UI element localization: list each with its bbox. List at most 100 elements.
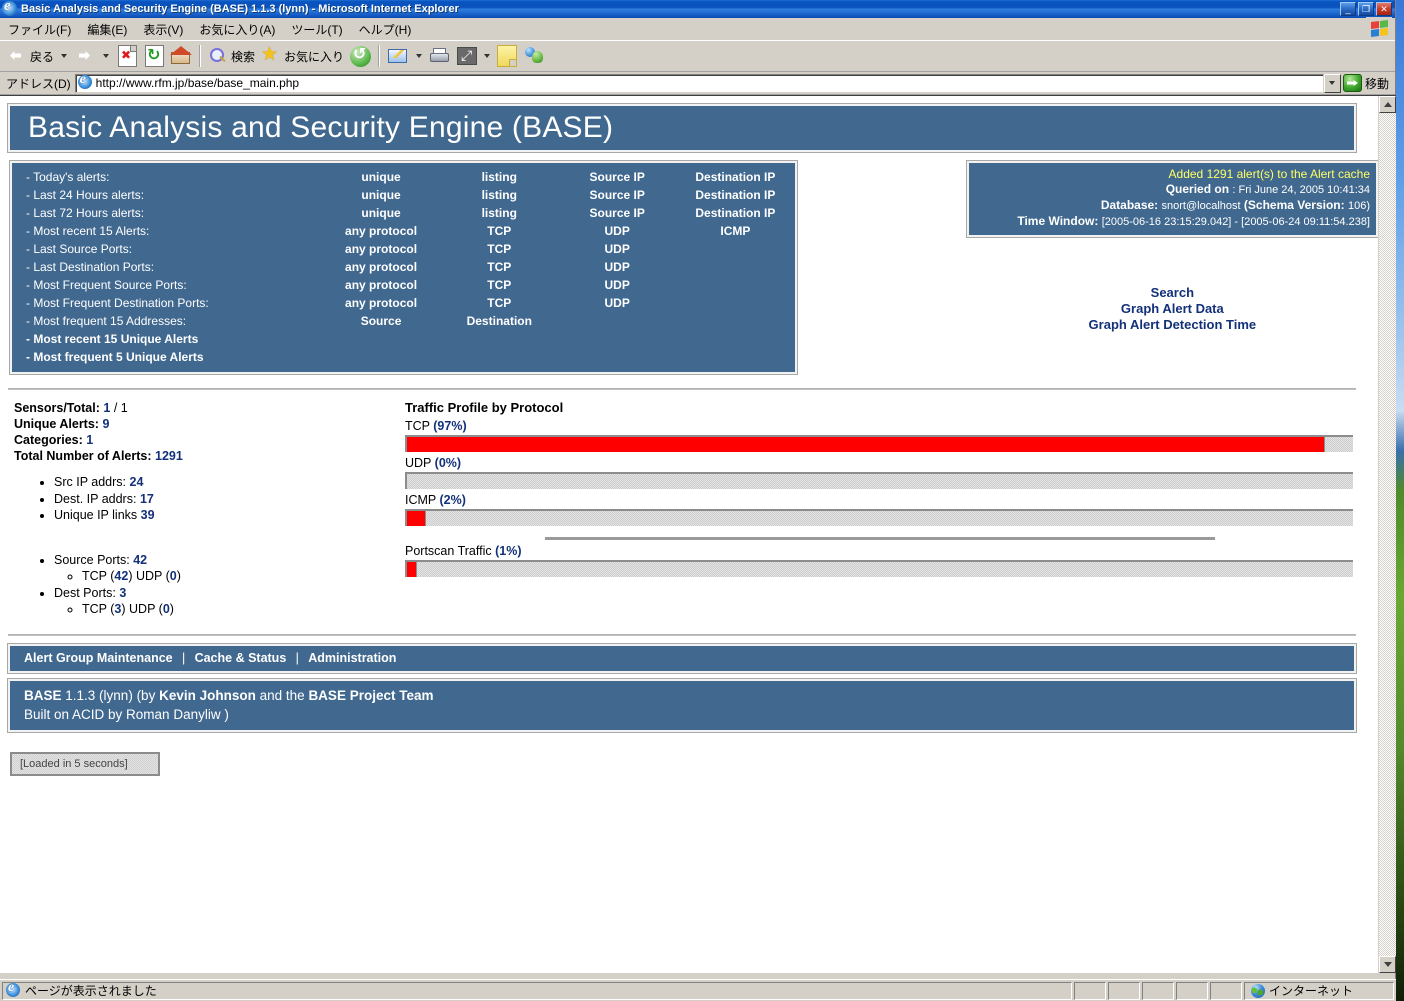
nav-link[interactable]: UDP	[558, 258, 676, 276]
edit-dropdown-icon[interactable]	[484, 54, 491, 58]
nav-link[interactable]: any protocol	[322, 258, 440, 276]
forward-button[interactable]	[71, 42, 99, 70]
nav-link[interactable]: listing	[440, 168, 558, 186]
nav-link[interactable]: listing	[440, 204, 558, 222]
total-alerts-line: Total Number of Alerts: 1291	[14, 448, 405, 464]
nav-link[interactable]: UDP	[558, 276, 676, 294]
protocol-name[interactable]: Portscan Traffic	[405, 544, 492, 558]
favorites-button[interactable]: お気に入り	[258, 42, 347, 70]
unique-alerts-value[interactable]: 9	[102, 417, 109, 431]
sensors-value[interactable]: 1	[103, 401, 110, 415]
nav-link[interactable]: unique	[322, 168, 440, 186]
notes-button[interactable]	[494, 42, 520, 70]
menu-help[interactable]: ヘルプ(H)	[351, 19, 420, 40]
nav-row-label: - Most frequent 15 Addresses:	[26, 314, 187, 328]
graph-alert-detection-time-link[interactable]: Graph Alert Detection Time	[967, 317, 1378, 333]
back-dropdown-icon[interactable]	[61, 54, 68, 58]
nav-link[interactable]: TCP	[440, 258, 558, 276]
nav-link[interactable]: unique	[322, 204, 440, 222]
cache-and-status-link[interactable]: Cache & Status	[195, 651, 287, 665]
nav-link[interactable]: any protocol	[322, 222, 440, 240]
menu-favorites[interactable]: お気に入り(A)	[191, 19, 283, 40]
nav-link[interactable]: any protocol	[322, 240, 440, 258]
protocol-name[interactable]: UDP	[405, 456, 431, 470]
security-zone-pane[interactable]: インターネット	[1244, 981, 1394, 1000]
nav-link-unique-recent[interactable]: - Most recent 15 Unique Alerts	[12, 330, 795, 348]
nav-link[interactable]: any protocol	[322, 276, 440, 294]
nav-link[interactable]: any protocol	[322, 294, 440, 312]
summary-row: Sensors/Total: 1 / 1 Unique Alerts: 9 Ca…	[0, 400, 1378, 618]
bar-track	[405, 509, 1353, 526]
restore-button[interactable]: ❐	[1358, 2, 1374, 16]
categories-value[interactable]: 1	[86, 433, 93, 447]
protocol-name[interactable]: TCP	[405, 419, 430, 433]
source-ports-value[interactable]: 42	[133, 553, 147, 567]
nav-link-unique-frequent[interactable]: - Most frequent 5 Unique Alerts	[12, 348, 795, 366]
address-dropdown-button[interactable]	[1323, 73, 1341, 93]
back-button[interactable]: 戻る	[2, 42, 57, 70]
total-alerts-value[interactable]: 1291	[155, 449, 183, 463]
protocol-name[interactable]: ICMP	[405, 493, 436, 507]
nav-link[interactable]: Source IP	[558, 168, 676, 186]
dest-ports-value[interactable]: 3	[119, 586, 126, 600]
dest-ports-udp-value[interactable]: 0	[163, 602, 170, 616]
graph-alert-data-link[interactable]: Graph Alert Data	[967, 301, 1378, 317]
alert-group-maintenance-link[interactable]: Alert Group Maintenance	[24, 651, 173, 665]
nav-link[interactable]: Destination IP	[676, 168, 795, 186]
nav-link[interactable]: TCP	[440, 276, 558, 294]
source-ports-udp-value[interactable]: 0	[170, 569, 177, 583]
nav-link[interactable]: Destination	[440, 312, 558, 330]
nav-link[interactable]: Destination IP	[676, 204, 795, 222]
messenger-button[interactable]	[520, 42, 548, 70]
scrollbar-track[interactable]	[1379, 113, 1396, 956]
nav-link[interactable]: UDP	[558, 240, 676, 258]
unique-ip-links-value[interactable]: 39	[141, 508, 155, 522]
search-link[interactable]: Search	[967, 285, 1378, 301]
protocol-percent: (1%)	[495, 544, 522, 558]
dest-ip-value[interactable]: 17	[140, 492, 154, 506]
mail-button[interactable]	[384, 42, 412, 70]
nav-link[interactable]: Source IP	[558, 204, 676, 222]
nav-link[interactable]: unique	[322, 186, 440, 204]
nav-link[interactable]: UDP	[558, 222, 676, 240]
menu-edit[interactable]: 編集(E)	[79, 19, 135, 40]
refresh-button[interactable]	[142, 42, 167, 70]
nav-row-label: - Last 24 Hours alerts:	[26, 188, 145, 202]
bar-fill	[407, 437, 1325, 452]
scroll-up-button[interactable]	[1379, 96, 1396, 113]
edit-button[interactable]	[454, 42, 480, 70]
scroll-down-button[interactable]	[1379, 956, 1396, 973]
search-button[interactable]: 検索	[205, 42, 258, 70]
menu-view[interactable]: 表示(V)	[135, 19, 191, 40]
status-message: ページが表示されました	[25, 984, 157, 998]
nav-link[interactable]: TCP	[440, 240, 558, 258]
nav-link[interactable]: listing	[440, 186, 558, 204]
home-button[interactable]	[167, 42, 195, 70]
vertical-scrollbar[interactable]	[1378, 96, 1396, 973]
source-ports-tcp-value[interactable]: 42	[114, 569, 128, 583]
close-button[interactable]: ✕	[1376, 2, 1392, 16]
administration-link[interactable]: Administration	[308, 651, 396, 665]
table-row: - Most Frequent Destination Ports: any p…	[12, 294, 795, 312]
dest-ports-udp-label: ) UDP (	[121, 602, 163, 616]
forward-dropdown-icon[interactable]	[103, 54, 110, 58]
nav-link[interactable]: Source IP	[558, 186, 676, 204]
go-button[interactable]: 移動	[1341, 74, 1393, 92]
menu-file[interactable]: ファイル(F)	[0, 19, 79, 40]
divider	[8, 388, 1356, 390]
nav-link[interactable]: TCP	[440, 222, 558, 240]
search-button-label: 検索	[231, 49, 256, 64]
nav-link[interactable]: Source	[322, 312, 440, 330]
nav-link[interactable]: UDP	[558, 294, 676, 312]
menu-tools[interactable]: ツール(T)	[283, 19, 350, 40]
nav-link[interactable]: Destination IP	[676, 186, 795, 204]
print-button[interactable]	[426, 42, 454, 70]
mail-dropdown-icon[interactable]	[416, 54, 423, 58]
history-button[interactable]	[347, 42, 374, 70]
stop-button[interactable]	[113, 42, 142, 70]
src-ip-value[interactable]: 24	[130, 475, 144, 489]
nav-link[interactable]: ICMP	[676, 222, 795, 240]
nav-link[interactable]: TCP	[440, 294, 558, 312]
minimize-button[interactable]: _	[1340, 2, 1356, 16]
address-input[interactable]: http://www.rfm.jp/base/base_main.php	[74, 73, 1324, 93]
